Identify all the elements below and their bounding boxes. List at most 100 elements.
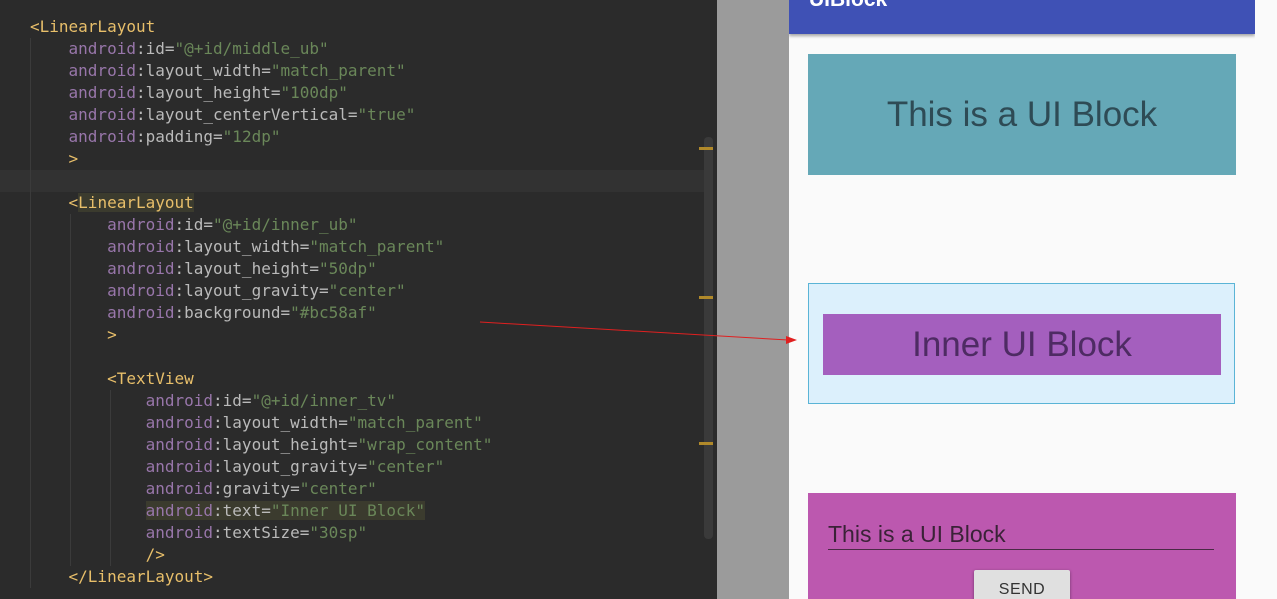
code-token: :layout_height= xyxy=(174,259,320,278)
inner-ui-block: Inner UI Block xyxy=(823,314,1221,375)
code-token: LinearLayout xyxy=(78,193,194,212)
code-line[interactable]: android:layout_height="100dp" xyxy=(30,82,348,104)
code-token: "center" xyxy=(328,281,406,300)
code-token: "100dp" xyxy=(280,83,348,102)
scrollbar-marker[interactable] xyxy=(699,147,713,150)
code-token: :padding= xyxy=(135,127,223,146)
code-token: "@+id/inner_tv" xyxy=(251,391,397,410)
code-token: :id= xyxy=(213,391,252,410)
code-line[interactable]: > xyxy=(30,148,79,170)
code-line[interactable]: <TextView xyxy=(30,368,194,390)
code-line[interactable]: android:id="@+id/middle_ub" xyxy=(30,38,329,60)
code-line[interactable]: android:layout_width="match_parent" xyxy=(30,60,406,82)
editor-scrollbar[interactable] xyxy=(704,137,713,539)
code-token: android xyxy=(68,83,136,102)
code-token: "#bc58af" xyxy=(290,303,377,322)
code-token: > xyxy=(68,149,79,168)
code-token: android xyxy=(107,259,175,278)
code-line[interactable]: android:layout_height="50dp" xyxy=(30,258,377,280)
code-token: android xyxy=(145,523,214,542)
code-token: android xyxy=(107,237,175,256)
message-input[interactable]: This is a UI Block xyxy=(828,519,1214,550)
code-line[interactable]: android:textSize="30sp" xyxy=(30,522,368,544)
code-token: :gravity= xyxy=(213,479,300,498)
code-token: :layout_gravity= xyxy=(213,457,368,476)
code-token: "match_parent" xyxy=(309,237,445,256)
code-line[interactable]: <LinearLayout xyxy=(30,192,194,214)
inner-ui-block-text: Inner UI Block xyxy=(912,324,1132,364)
code-token: "@+id/middle_ub" xyxy=(174,39,329,58)
code-token: android xyxy=(145,435,214,454)
code-line[interactable]: android:layout_width="match_parent" xyxy=(30,236,444,258)
code-line[interactable]: android:text="Inner UI Block" xyxy=(30,500,425,522)
code-token: > xyxy=(107,325,117,344)
ui-block-top-text: This is a UI Block xyxy=(886,94,1158,134)
code-token: <LinearLayout xyxy=(30,17,156,36)
code-token: :id= xyxy=(135,39,175,58)
code-line[interactable]: android:background="#bc58af" xyxy=(30,302,377,324)
code-token: :layout_width= xyxy=(135,61,271,80)
app-title: UIBlock xyxy=(809,0,887,12)
code-token: android xyxy=(68,39,136,58)
code-token: :id= xyxy=(174,215,214,234)
code-line[interactable]: android:layout_gravity="center" xyxy=(30,456,445,478)
code-token: "30sp" xyxy=(309,523,368,542)
code-token: :layout_width= xyxy=(174,237,310,256)
layout-preview: UIBlock This is a UI Block Inner UI Bloc… xyxy=(789,0,1255,599)
code-token: :layout_height= xyxy=(135,83,281,102)
code-token: :background= xyxy=(174,303,291,322)
code-token: android xyxy=(107,303,175,322)
code-line[interactable]: /> xyxy=(30,544,165,566)
code-token: :layout_gravity= xyxy=(174,281,329,300)
code-line[interactable]: android:layout_centerVertical="true" xyxy=(30,104,416,126)
code-token: <TextView xyxy=(107,369,194,388)
code-token: :layout_width= xyxy=(213,413,348,432)
code-token: "wrap_content" xyxy=(357,435,493,454)
code-token: "12dp" xyxy=(222,127,281,146)
code-line[interactable]: </LinearLayout> xyxy=(30,566,214,588)
code-token: android xyxy=(68,105,136,124)
code-token: android xyxy=(107,215,175,234)
code-line[interactable]: android:gravity="center" xyxy=(30,478,377,500)
code-editor[interactable]: <LinearLayout android:id="@+id/middle_ub… xyxy=(0,0,717,599)
code-token: "true" xyxy=(357,105,416,124)
scrollbar-marker[interactable] xyxy=(699,296,713,299)
app-bar: UIBlock xyxy=(789,0,1255,34)
code-token: android xyxy=(145,391,214,410)
code-line[interactable]: android:padding="12dp" xyxy=(30,126,281,148)
code-token: android xyxy=(145,457,214,476)
code-line[interactable]: android:layout_gravity="center" xyxy=(30,280,406,302)
code-token: android xyxy=(145,413,214,432)
code-token: "match_parent" xyxy=(270,61,406,80)
code-line[interactable]: android:id="@+id/inner_tv" xyxy=(30,390,396,412)
panel-divider xyxy=(717,0,789,599)
code-token: android xyxy=(145,501,214,520)
code-token: "center" xyxy=(367,457,445,476)
caret-line-highlight xyxy=(0,170,705,192)
code-token: "@+id/inner_ub" xyxy=(213,215,358,234)
code-token: android xyxy=(68,61,136,80)
code-token: </LinearLayout> xyxy=(68,567,214,586)
code-line[interactable]: android:id="@+id/inner_ub" xyxy=(30,214,358,236)
code-token: "match_parent" xyxy=(347,413,483,432)
code-token: android xyxy=(68,127,136,146)
code-token: android xyxy=(107,281,175,300)
code-line[interactable]: android:layout_height="wrap_content" xyxy=(30,434,493,456)
code-token: /> xyxy=(145,545,165,564)
scrollbar-marker[interactable] xyxy=(699,442,713,445)
code-token: :text= xyxy=(213,501,271,520)
code-token: :layout_centerVertical= xyxy=(135,105,358,124)
code-line[interactable]: <LinearLayout xyxy=(30,16,155,38)
code-token: :layout_height= xyxy=(213,435,358,454)
code-token: :textSize= xyxy=(213,523,310,542)
send-button[interactable]: SEND xyxy=(974,570,1070,599)
code-token: android xyxy=(145,479,214,498)
code-token: "Inner UI Block" xyxy=(270,501,425,520)
ui-block-bottom: This is a UI Block SEND xyxy=(808,493,1236,599)
middle-ui-block: Inner UI Block xyxy=(808,283,1235,404)
code-token: < xyxy=(68,193,79,212)
code-line[interactable]: > xyxy=(30,324,117,346)
code-line[interactable]: android:layout_width="match_parent" xyxy=(30,412,483,434)
code-token: "50dp" xyxy=(319,259,377,278)
ui-block-top: This is a UI Block xyxy=(808,54,1236,175)
